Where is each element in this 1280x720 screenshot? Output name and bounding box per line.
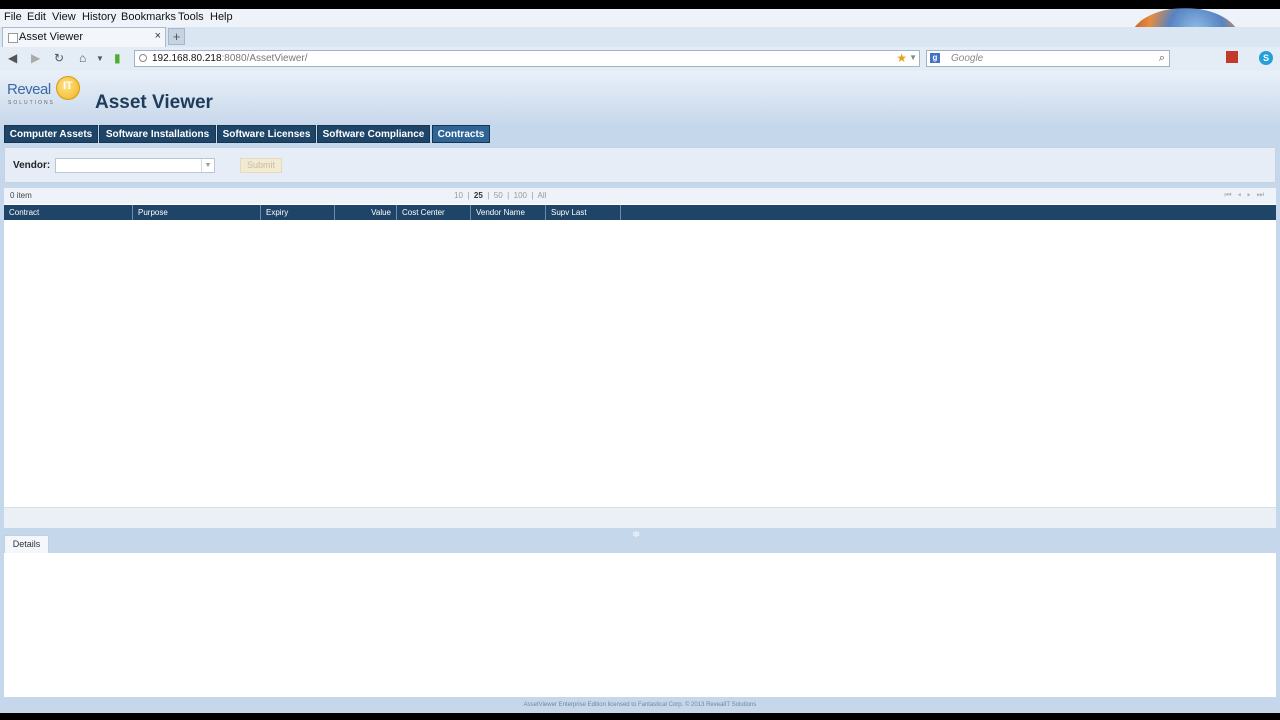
menu-edit[interactable]: Edit [27,11,46,23]
submit-button[interactable]: Submit [240,158,282,173]
addon-icon[interactable] [1226,51,1238,63]
column-purpose[interactable]: Purpose [133,205,261,220]
browser-tab-title: Asset Viewer [19,31,83,43]
vendor-select[interactable]: ▼ [55,158,215,173]
signal-icon: ▮ [114,51,121,65]
search-engine-icon[interactable]: g [930,53,940,63]
home-icon[interactable]: ⌂ [79,51,86,65]
menu-help[interactable]: Help [210,11,233,23]
history-dropdown-icon[interactable]: ▼ [96,54,104,63]
contracts-grid: 0 item 10 | 25 | 50 | 100 | All ⏮◂▸⏭ Con… [4,188,1276,527]
column-expiry[interactable]: Expiry [261,205,335,220]
grid-pager: 0 item 10 | 25 | 50 | 100 | All ⏮◂▸⏭ [4,188,1276,204]
grid-footer [4,507,1276,528]
chevron-down-icon[interactable]: ▼ [201,159,214,172]
page-size-all[interactable]: All [538,191,547,200]
page-title: Asset Viewer [95,92,213,113]
column-vendor-name[interactable]: Vendor Name [471,205,546,220]
url-dropdown-icon[interactable]: ▼ [909,53,917,62]
vendor-label: Vendor: [13,160,51,171]
search-placeholder: Google [951,53,984,64]
revealit-logo: Reveal SOLUTIONS IT [7,76,87,119]
page-favicon-icon [8,33,18,43]
address-bar[interactable]: 192.168.80.218:8080/AssetViewer/ ★ ▼ [134,50,920,67]
item-count: 0 item [10,191,32,200]
search-icon[interactable]: ⌕ [1159,52,1165,65]
menu-bookmarks[interactable]: Bookmarks [121,11,176,23]
forward-icon[interactable]: ▶ [31,51,40,65]
pager-nav: ⏮◂▸⏭ [1224,190,1270,200]
menu-tools[interactable]: Tools [178,11,204,23]
column-cost-center[interactable]: Cost Center [397,205,471,220]
grid-header: Contract Purpose Expiry Value Cost Cente… [4,205,1276,220]
column-contract[interactable]: Contract [4,205,133,220]
page-size-50[interactable]: 50 [494,191,503,200]
lightbulb-icon: IT [56,76,80,100]
logo-text: Reveal [7,81,51,98]
url-path: :8080/AssetViewer/ [221,53,308,64]
first-page-icon[interactable]: ⏮ [1224,190,1237,199]
new-tab-button[interactable]: + [168,28,185,45]
app-footer: AssetViewer Enterprise Edition licensed … [0,697,1280,713]
browser-navbar: ◀ ▶ ↻ ⌂ ▼ ▮ 192.168.80.218:8080/AssetVie… [0,47,1280,71]
page-size-25[interactable]: 25 [474,191,483,200]
screen-bottom-edge [0,713,1280,720]
url-host: 192.168.80.218 [152,53,222,64]
tab-software-installations[interactable]: Software Installations [99,125,216,143]
back-icon[interactable]: ◀ [8,51,17,65]
browser-tab-asset-viewer[interactable]: Asset Viewer × [2,27,166,47]
tab-software-licenses[interactable]: Software Licenses [217,125,316,143]
page-content: Reveal SOLUTIONS IT Asset Viewer Compute… [0,71,1280,713]
logo-subtext: SOLUTIONS [8,100,55,106]
splitter-handle-icon[interactable]: ≑ [632,529,640,540]
browser-tabstrip: Asset Viewer × + [0,27,1280,47]
tab-details[interactable]: Details [4,535,49,553]
page-size-100[interactable]: 100 [514,191,527,200]
app-header: Reveal SOLUTIONS IT Asset Viewer [0,71,1280,125]
page-size-selector: 10 | 25 | 50 | 100 | All [454,191,547,200]
close-tab-icon[interactable]: × [155,30,161,42]
bookmark-star-icon[interactable]: ★ [896,51,907,65]
screen-top-edge [0,0,1280,9]
logo-mark: IT [63,80,73,92]
skype-icon[interactable]: S [1259,51,1273,65]
menu-view[interactable]: View [52,11,76,23]
tab-computer-assets[interactable]: Computer Assets [4,125,98,143]
tab-software-compliance[interactable]: Software Compliance [317,125,430,143]
details-panel [4,553,1276,697]
page-size-10[interactable]: 10 [454,191,463,200]
next-page-icon[interactable]: ▸ [1247,190,1257,199]
column-supv-last[interactable]: Supv Last [546,205,621,220]
last-page-icon[interactable]: ⏭ [1257,190,1270,199]
tab-contracts[interactable]: Contracts [432,125,490,143]
column-value[interactable]: Value [335,205,397,220]
prev-page-icon[interactable]: ◂ [1238,190,1248,199]
menu-history[interactable]: History [82,11,116,23]
reload-icon[interactable]: ↻ [54,51,64,65]
browser-menubar: File Edit View History Bookmarks Tools H… [0,9,1280,27]
menu-file[interactable]: File [4,11,22,23]
site-identity-icon[interactable] [139,54,147,62]
search-box[interactable]: g Google ⌕ [926,50,1170,67]
url-text: 192.168.80.218:8080/AssetViewer/ [152,53,308,64]
filter-bar: Vendor: ▼ Submit [4,147,1276,183]
